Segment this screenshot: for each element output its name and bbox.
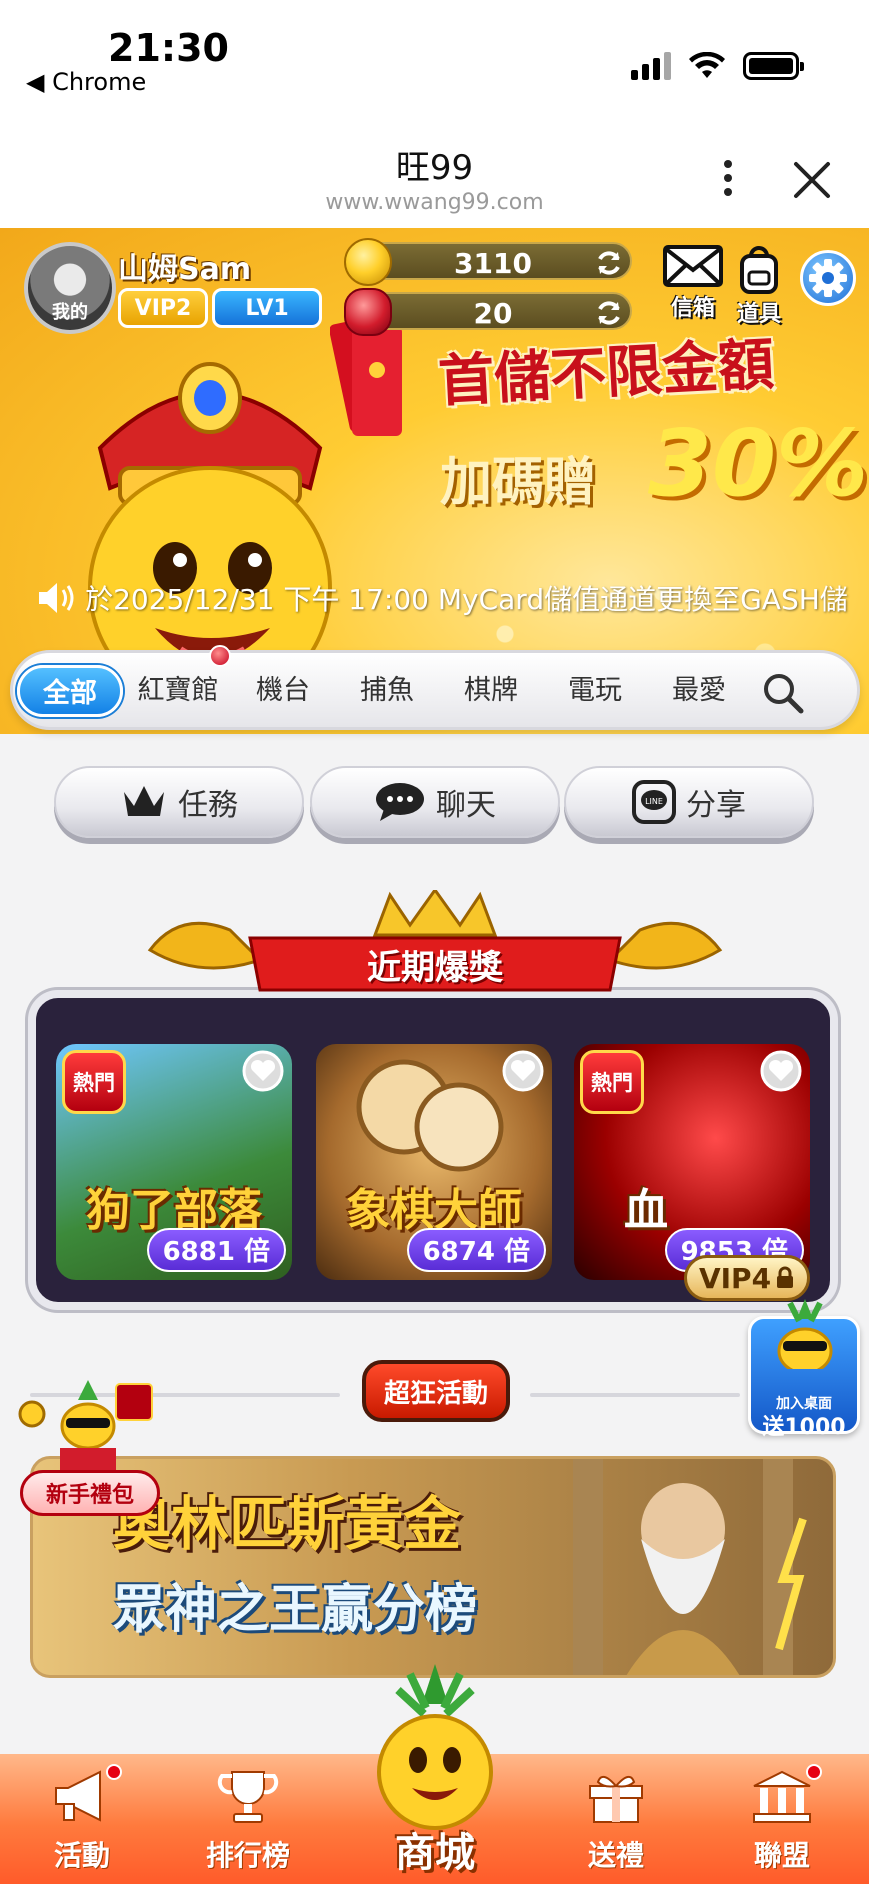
ruby-notification-dot xyxy=(209,645,231,667)
backpack-icon xyxy=(740,246,778,294)
share-label: 分享 xyxy=(686,788,746,823)
level-badge[interactable]: LV1 xyxy=(212,288,322,328)
gold-balance[interactable]: 3110 xyxy=(344,238,632,286)
crown-icon xyxy=(124,786,164,816)
battery-icon xyxy=(743,52,804,80)
share-button[interactable]: LINE 分享 xyxy=(564,766,814,838)
add-to-desktop-reward: 送1000 xyxy=(762,1415,846,1440)
nav-alliance[interactable]: 聯盟 xyxy=(722,1764,842,1874)
jackpot-title: 近期爆獎 xyxy=(367,948,503,988)
chat-button[interactable]: 聊天 xyxy=(310,766,560,838)
game-card-blood[interactable]: 熱門 血 9853 倍 xyxy=(574,1044,810,1280)
nav-ranking[interactable]: 排行榜 xyxy=(188,1768,308,1874)
zeus-figure-icon xyxy=(573,1459,807,1675)
vip-badge[interactable]: VIP2 xyxy=(118,288,208,328)
tasks-label: 任務 xyxy=(178,788,238,823)
favorite-heart-icon[interactable] xyxy=(242,1050,284,1092)
search-icon[interactable] xyxy=(761,671,805,715)
more-options-icon[interactable] xyxy=(716,154,740,204)
refresh-gold-icon[interactable] xyxy=(594,248,624,278)
newbie-gift-pack[interactable]: 新手禮包 xyxy=(16,1380,160,1520)
events-section-title: 超狂活動 xyxy=(362,1360,510,1422)
pineapple-sunglasses-icon xyxy=(777,1299,833,1369)
tab-slot-machines[interactable]: 機台 xyxy=(231,665,335,717)
promo-headline: 首儲不限金額 xyxy=(436,332,776,415)
line-icon-text: LINE xyxy=(645,797,663,806)
nav-gift-label: 送禮 xyxy=(587,1839,644,1872)
favorite-heart-icon[interactable] xyxy=(760,1050,802,1092)
speaker-icon xyxy=(39,583,74,613)
mail-envelope-icon xyxy=(663,245,723,287)
chess-pieces-icon xyxy=(356,1059,504,1172)
refresh-gems-icon[interactable] xyxy=(594,298,624,328)
tab-favorites[interactable]: 最愛 xyxy=(647,665,751,717)
notification-dot xyxy=(806,1764,822,1780)
nav-activity-label: 活動 xyxy=(53,1839,110,1872)
tab-ruby-hall[interactable]: 紅寶館 xyxy=(125,665,231,717)
chat-bubble-icon xyxy=(376,783,424,821)
newbie-gift-label: 新手禮包 xyxy=(20,1470,160,1516)
jackpot-ribbon: 近期爆獎 xyxy=(140,890,730,1010)
tab-all[interactable]: 全部 xyxy=(17,665,123,717)
tab-board-games[interactable]: 棋牌 xyxy=(439,665,543,717)
announcement-marquee[interactable]: 於2025/12/31 下午 17:00 MyCard儲值通道更換至GASH儲 xyxy=(36,578,856,622)
wifi-icon xyxy=(689,52,725,78)
mailbox-label: 信箱 xyxy=(670,296,715,321)
gem-balance-value: 20 xyxy=(473,297,513,330)
cellular-signal-icon xyxy=(631,50,671,80)
win-multiplier: 6881 倍 xyxy=(146,1228,286,1272)
nav-alliance-label: 聯盟 xyxy=(753,1839,810,1872)
section-divider xyxy=(530,1393,740,1397)
win-multiplier: 6874 倍 xyxy=(406,1228,546,1272)
avatar[interactable]: 我的 xyxy=(24,242,116,334)
browser-header: 旺99 www.wwang99.com xyxy=(0,110,869,228)
hot-badge: 熱門 xyxy=(580,1050,644,1114)
gold-balance-value: 3110 xyxy=(454,247,532,280)
trophy-icon xyxy=(217,1771,279,1823)
event-banner-title: 奧林匹斯黃金 xyxy=(113,1490,462,1558)
add-to-desktop-widget[interactable]: 加入桌面 送1000 xyxy=(748,1299,860,1440)
notification-dot xyxy=(106,1764,122,1780)
nav-shop[interactable]: 商城 xyxy=(360,1660,510,1884)
gift-box-icon xyxy=(589,1775,643,1823)
game-card-tribe[interactable]: 熱門 狗了部落 6881 倍 xyxy=(56,1044,292,1280)
mailbox-button[interactable]: 信箱 xyxy=(658,244,728,334)
line-app-icon: LINE xyxy=(632,780,676,824)
status-time: 21:30 xyxy=(108,26,229,70)
chat-label: 聊天 xyxy=(436,788,496,823)
lock-icon xyxy=(777,1266,794,1288)
avatar-label: 我的 xyxy=(52,302,88,323)
pineapple-gift-icon xyxy=(18,1380,153,1470)
gear-icon xyxy=(809,259,847,297)
back-to-app-link[interactable]: ◀ Chrome xyxy=(26,68,146,96)
category-tab-bar: 全部 紅寶館 機台 捕魚 棋牌 電玩 最愛 xyxy=(10,645,860,730)
gold-coin-icon xyxy=(344,238,392,286)
promo-subheadline: 加碼贈 xyxy=(440,453,597,513)
tab-arcade[interactable]: 電玩 xyxy=(543,665,647,717)
nav-activity[interactable]: 活動 xyxy=(22,1764,142,1874)
status-bar: 21:30 ◀ Chrome xyxy=(0,0,869,110)
megaphone-icon xyxy=(55,1770,101,1822)
event-banner-subtitle: 眾神之王贏分榜 xyxy=(113,1580,478,1640)
institution-icon xyxy=(753,1770,811,1823)
username: 山姆Sam xyxy=(118,252,252,287)
gem-balance[interactable]: 20 xyxy=(344,288,632,336)
hot-badge: 熱門 xyxy=(62,1050,126,1114)
announcement-text: 於2025/12/31 下午 17:00 MyCard儲值通道更換至GASH儲 xyxy=(85,583,848,616)
ruby-gem-icon xyxy=(344,288,392,336)
promo-percentage: 30% xyxy=(648,410,869,517)
nav-gift[interactable]: 送禮 xyxy=(556,1768,676,1874)
close-icon[interactable] xyxy=(790,158,834,202)
pineapple-mascot-icon xyxy=(377,1664,493,1830)
nav-ranking-label: 排行榜 xyxy=(205,1839,290,1872)
nav-shop-label: 商城 xyxy=(395,1830,475,1876)
settings-button[interactable] xyxy=(800,250,856,306)
tab-fishing[interactable]: 捕魚 xyxy=(335,665,439,717)
game-card-chess-master[interactable]: 象棋大師 6874 倍 xyxy=(316,1044,552,1280)
status-indicators xyxy=(631,50,804,80)
tasks-button[interactable]: 任務 xyxy=(54,766,304,838)
